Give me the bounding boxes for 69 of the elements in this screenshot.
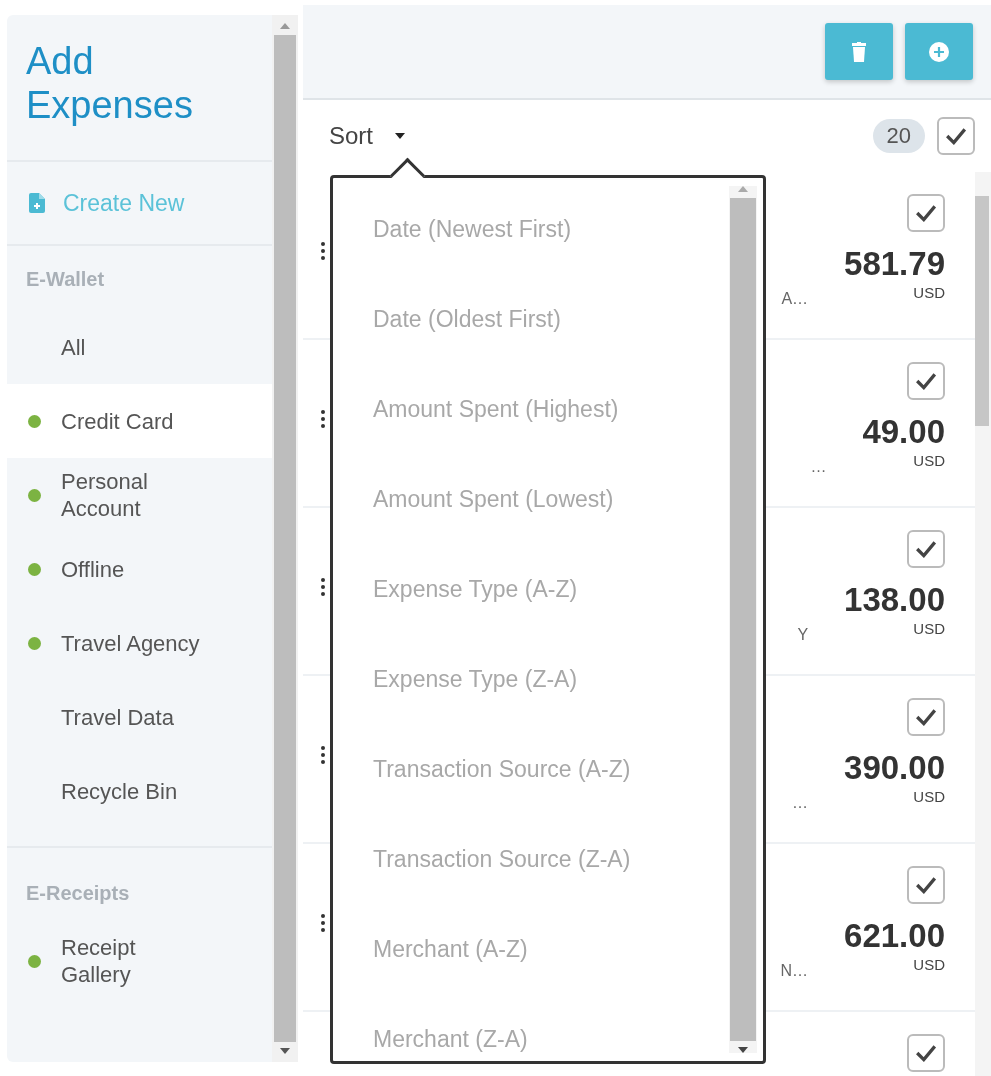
sidebar-item[interactable]: Travel Data: [7, 680, 272, 754]
sidebar-item[interactable]: All: [7, 310, 272, 384]
scroll-down-icon: [280, 1048, 290, 1054]
sort-option[interactable]: Merchant (A-Z): [373, 916, 729, 1006]
check-icon: [945, 127, 967, 145]
scrollbar[interactable]: [729, 186, 757, 1053]
sort-option[interactable]: Date (Oldest First): [373, 286, 729, 376]
sort-option[interactable]: Transaction Source (A-Z): [373, 736, 729, 826]
trash-icon: [852, 41, 866, 62]
sort-option[interactable]: Transaction Source (Z-A): [373, 826, 729, 916]
drag-handle-icon: [321, 746, 325, 764]
file-plus-icon: [29, 193, 45, 213]
drag-handle-icon: [321, 242, 325, 260]
drag-handle-icon: [321, 914, 325, 932]
check-icon: [915, 204, 937, 222]
sidebar-item[interactable]: Recycle Bin: [7, 754, 272, 828]
sort-option[interactable]: Amount Spent (Lowest): [373, 466, 729, 556]
scrollbar[interactable]: [272, 15, 298, 1062]
expense-description: N…: [780, 962, 809, 980]
currency-label: USD: [913, 956, 945, 973]
sort-option[interactable]: Expense Type (A-Z): [373, 556, 729, 646]
expense-checkbox[interactable]: [907, 194, 945, 232]
currency-label: USD: [913, 620, 945, 637]
expense-amount: 138.00: [844, 580, 945, 620]
check-icon: [915, 372, 937, 390]
expense-checkbox[interactable]: [907, 362, 945, 400]
caret-icon: [395, 133, 405, 139]
sidebar-item[interactable]: Receipt Gallery: [7, 924, 272, 998]
expense-description: …: [810, 458, 827, 476]
page-title: Add Expenses: [26, 39, 194, 127]
sidebar-item[interactable]: Travel Agency: [7, 606, 272, 680]
sort-option[interactable]: Expense Type (Z-A): [373, 646, 729, 736]
check-icon: [915, 1044, 937, 1062]
check-icon: [915, 540, 937, 558]
expense-description: Y: [797, 626, 809, 644]
expense-amount: 621.00: [844, 916, 945, 956]
scroll-down-icon: [738, 1047, 748, 1053]
create-new-link[interactable]: Create New: [29, 189, 185, 217]
sort-option[interactable]: Date (Newest First): [373, 196, 729, 286]
expense-checkbox[interactable]: [907, 1034, 945, 1072]
add-circle-icon: [929, 41, 949, 62]
select-all-checkbox[interactable]: [937, 117, 975, 155]
sidebar-item[interactable]: Personal Account: [7, 458, 272, 532]
currency-label: USD: [913, 452, 945, 469]
currency-label: USD: [913, 788, 945, 805]
sidebar-item[interactable]: Credit Card: [7, 384, 272, 458]
check-icon: [915, 876, 937, 894]
expense-description: …: [792, 794, 809, 812]
expense-checkbox[interactable]: [907, 698, 945, 736]
expense-amount: 49.00: [862, 412, 945, 452]
expense-description: A…: [781, 290, 809, 308]
section-heading: E-Receipts: [25, 882, 131, 906]
currency-label: USD: [913, 284, 945, 301]
count-badge: 20: [872, 119, 925, 153]
sort-dropdown[interactable]: Sort: [329, 122, 405, 150]
expense-checkbox[interactable]: [907, 530, 945, 568]
drag-handle-icon: [321, 578, 325, 596]
scrollbar[interactable]: [975, 172, 991, 1076]
sort-option[interactable]: Merchant (Z-A): [373, 1006, 729, 1076]
check-icon: [915, 708, 937, 726]
scroll-up-icon: [280, 23, 290, 29]
sort-option[interactable]: Amount Spent (Highest): [373, 376, 729, 466]
expense-amount: 581.79: [844, 244, 945, 284]
sidebar-item[interactable]: Offline: [7, 532, 272, 606]
scroll-up-icon: [738, 186, 748, 192]
expense-amount: 390.00: [844, 748, 945, 788]
section-heading: E-Wallet: [25, 268, 106, 292]
expense-checkbox[interactable]: [907, 866, 945, 904]
drag-handle-icon: [321, 410, 325, 428]
